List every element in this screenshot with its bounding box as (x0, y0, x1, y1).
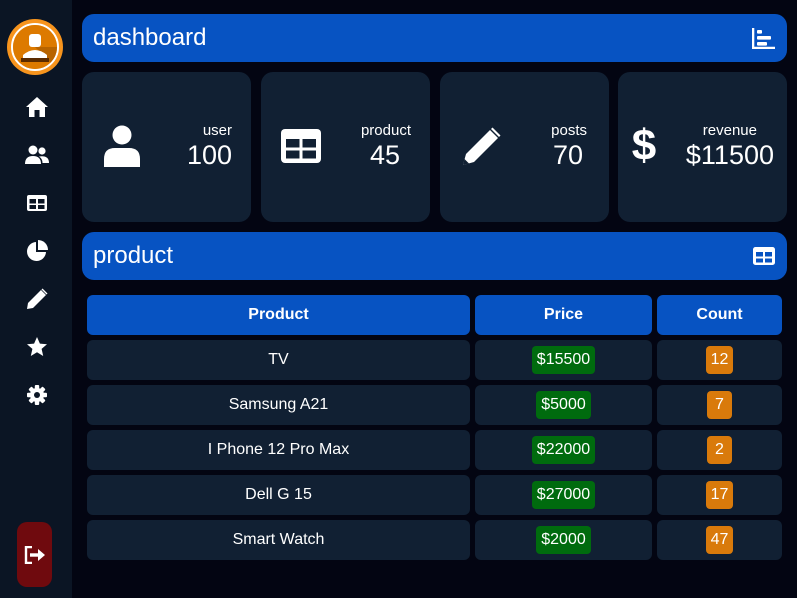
stat-card-product: product 45 (261, 72, 430, 222)
product-header: product (82, 232, 787, 280)
table-cell-product: TV (87, 340, 470, 380)
sidebar-item-posts[interactable] (24, 286, 50, 312)
table-cell-price: $22000 (475, 430, 652, 470)
table-cell-count: 7 (657, 385, 782, 425)
table-cell-count: 17 (657, 475, 782, 515)
price-badge: $2000 (536, 526, 591, 554)
stat-label: product (360, 122, 411, 139)
stat-card-user: user 100 (82, 72, 251, 222)
table-cell-price: $27000 (475, 475, 652, 515)
price-badge: $15500 (531, 346, 596, 374)
column-header-price[interactable]: Price (475, 295, 652, 335)
table-cell-count: 47 (657, 520, 782, 560)
sidebar-item-favorites[interactable] (24, 334, 50, 360)
pencil-icon (460, 124, 504, 168)
table-cell-product: Dell G 15 (87, 475, 470, 515)
table-cell-price: $2000 (475, 520, 652, 560)
logout-button[interactable] (17, 522, 52, 587)
users-icon (25, 145, 49, 164)
page-title: dashboard (93, 24, 207, 51)
stat-label: posts (551, 122, 587, 139)
sidebar-item-home[interactable] (24, 94, 50, 120)
dashboard-header: dashboard (82, 14, 787, 62)
stat-value: 45 (369, 140, 400, 170)
sidebar-item-settings[interactable] (24, 382, 50, 408)
stat-card-revenue: $ revenue $11500 (618, 72, 787, 222)
stat-label: revenue (702, 122, 757, 139)
sidebar (0, 0, 72, 598)
sidebar-item-table[interactable] (24, 190, 50, 216)
section-title: product (93, 242, 174, 269)
stat-value: $11500 (685, 140, 774, 170)
sign-out-icon (24, 545, 45, 564)
table-cell-product: Smart Watch (87, 520, 470, 560)
price-badge: $22000 (531, 436, 596, 464)
gear-icon (27, 385, 47, 405)
home-icon (26, 97, 48, 117)
sidebar-item-users[interactable] (24, 142, 50, 168)
table-icon (27, 195, 47, 211)
star-icon (27, 337, 47, 356)
table-cell-count: 12 (657, 340, 782, 380)
avatar[interactable] (7, 19, 63, 75)
pencil-icon (27, 288, 48, 309)
user-avatar-icon (11, 23, 59, 71)
count-badge: 7 (707, 391, 732, 419)
table-icon (751, 243, 777, 269)
count-badge: 12 (705, 346, 734, 374)
sidebar-item-chart[interactable] (24, 238, 50, 264)
column-header-count[interactable]: Count (657, 295, 782, 335)
table-cell-price: $5000 (475, 385, 652, 425)
price-badge: $27000 (531, 481, 596, 509)
stat-card-posts: posts 70 (440, 72, 609, 222)
dollar-icon: $ (631, 121, 657, 170)
table-cell-price: $15500 (475, 340, 652, 380)
count-badge: 17 (705, 481, 734, 509)
count-badge: 47 (705, 526, 734, 554)
count-badge: 2 (707, 436, 732, 464)
price-badge: $5000 (536, 391, 591, 419)
stat-label: user (202, 122, 232, 139)
table-cell-count: 2 (657, 430, 782, 470)
table-icon (279, 124, 323, 168)
stat-value: 70 (552, 140, 583, 170)
table-cell-product: Samsung A21 (87, 385, 470, 425)
column-header-product[interactable]: Product (87, 295, 470, 335)
bar-chart-icon (751, 25, 777, 51)
user-icon (100, 124, 144, 168)
pie-chart-icon (27, 240, 48, 261)
table-cell-product: I Phone 12 Pro Max (87, 430, 470, 470)
stat-value: 100 (186, 140, 232, 170)
